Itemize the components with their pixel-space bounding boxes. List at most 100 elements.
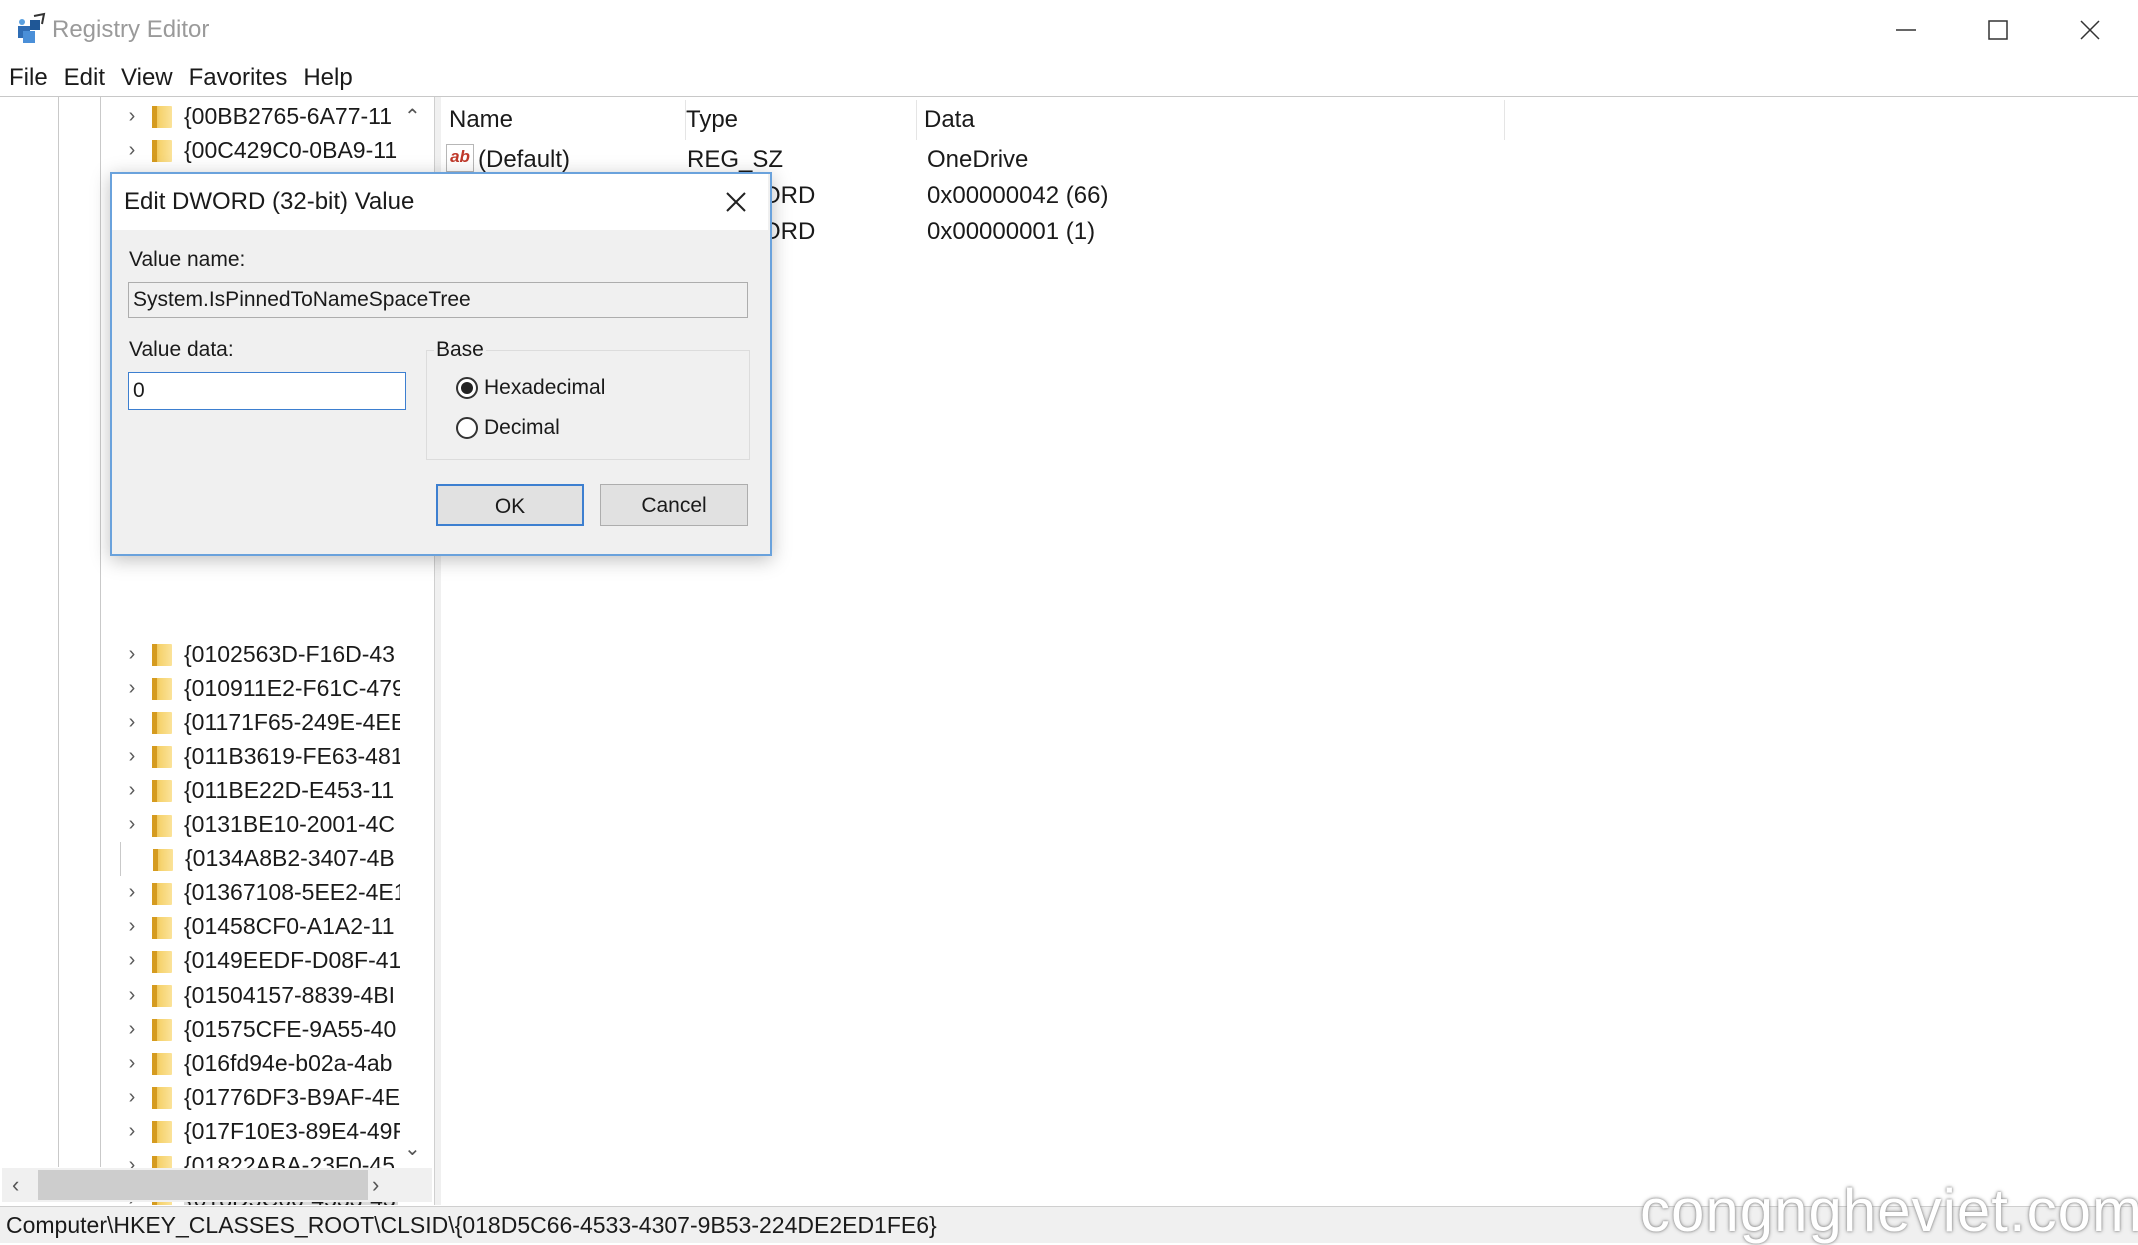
folder-icon xyxy=(152,1017,172,1042)
expand-chevron-icon[interactable]: › xyxy=(120,1086,144,1109)
expand-chevron-icon[interactable]: › xyxy=(120,1052,144,1075)
value-name-label: Value name: xyxy=(129,248,246,271)
folder-icon xyxy=(152,1119,172,1144)
scroll-down-icon[interactable]: ⌄ xyxy=(404,1136,421,1161)
folder-icon xyxy=(152,881,172,905)
tree-item[interactable]: › {011B3619-FE63-481 xyxy=(120,739,420,773)
folder-icon xyxy=(152,642,172,666)
tree-item-label: {01171F65-249E-4EE xyxy=(184,708,407,735)
expand-chevron-icon[interactable]: › xyxy=(120,949,144,972)
folder-icon xyxy=(152,915,172,939)
tree-item[interactable]: › {0131BE10-2001-4C xyxy=(120,808,420,842)
tree-item[interactable]: › {011BE22D-E453-11 xyxy=(120,773,420,807)
folder-icon xyxy=(152,710,172,735)
tree-item[interactable]: › {01171F65-249E-4EE xyxy=(120,705,420,739)
folder-icon xyxy=(152,138,172,163)
tree-item-label: {0102563D-F16D-43 xyxy=(184,640,395,667)
tree-item[interactable]: › {00BB2765-6A77-11 xyxy=(120,99,420,133)
tree-item[interactable]: {0134A8B2-3407-4B xyxy=(120,841,420,876)
cancel-button[interactable]: Cancel xyxy=(600,484,748,526)
expand-chevron-icon[interactable]: › xyxy=(120,105,144,128)
hexadecimal-radio[interactable]: Hexadecimal xyxy=(456,373,605,403)
tree-item[interactable]: › {00C429C0-0BA9-11 xyxy=(120,133,420,167)
menu-edit[interactable]: Edit xyxy=(55,62,112,96)
expand-chevron-icon[interactable]: › xyxy=(120,1018,144,1041)
ok-button[interactable]: OK xyxy=(436,484,584,526)
tree-item-label: {0134A8B2-3407-4B xyxy=(185,845,395,872)
minimize-icon xyxy=(1896,29,1916,31)
radio-unselected-icon[interactable] xyxy=(456,417,478,439)
horizontal-scroll-thumb[interactable] xyxy=(38,1170,368,1200)
dialog-close-button[interactable] xyxy=(718,184,754,220)
menu-file[interactable]: File xyxy=(0,62,55,96)
value-name-field[interactable] xyxy=(128,282,748,318)
watermark: congngheviet.com xyxy=(1640,1177,2138,1244)
tree-item-label: {01367108-5EE2-4E1 xyxy=(184,879,407,906)
minimize-button[interactable] xyxy=(1860,0,1952,60)
value-data-field[interactable] xyxy=(128,372,406,410)
base-group xyxy=(426,350,750,460)
tree-item[interactable]: › {01367108-5EE2-4E1 xyxy=(120,876,420,910)
radio-selected-icon[interactable] xyxy=(456,377,478,399)
tree-item[interactable]: › {0102563D-F16D-43 xyxy=(120,637,420,671)
tree-item-label: {011BE22D-E453-11 xyxy=(184,776,395,803)
column-header-name[interactable]: Name xyxy=(441,100,686,140)
expand-chevron-icon[interactable]: › xyxy=(120,711,144,734)
tree-item-label: {00BB2765-6A77-11 xyxy=(184,102,393,129)
dialog-title: Edit DWORD (32-bit) Value xyxy=(124,188,415,215)
tree-item[interactable]: › {016fd94e-b02a-4ab xyxy=(120,1046,420,1080)
folder-icon xyxy=(152,813,172,837)
folder-icon xyxy=(153,847,173,871)
tree-item[interactable]: › {010911E2-F61C-479 xyxy=(120,671,420,705)
close-button[interactable] xyxy=(2044,0,2136,60)
tree-item[interactable]: › {017F10E3-89E4-49F xyxy=(120,1114,420,1148)
expand-chevron-icon[interactable]: › xyxy=(120,984,144,1007)
folder-icon xyxy=(152,104,172,128)
value-data-label: Value data: xyxy=(129,338,234,361)
expand-chevron-icon[interactable]: › xyxy=(120,139,144,162)
menu-help[interactable]: Help xyxy=(294,62,359,96)
tree-item[interactable]: › {01776DF3-B9AF-4E xyxy=(120,1080,420,1114)
tree-item[interactable]: › {01575CFE-9A55-40 xyxy=(120,1012,420,1046)
folder-icon xyxy=(152,676,172,701)
window-title: Registry Editor xyxy=(52,16,210,43)
maximize-button[interactable] xyxy=(1952,0,2044,60)
close-icon xyxy=(2080,20,2100,40)
scroll-right-icon[interactable]: › xyxy=(372,1172,379,1198)
expand-chevron-icon[interactable]: › xyxy=(120,745,144,768)
tree-item[interactable]: › {0149EEDF-D08F-41 xyxy=(120,944,420,978)
decimal-radio[interactable]: Decimal xyxy=(456,413,560,443)
base-label: Base xyxy=(434,338,486,362)
folder-icon xyxy=(152,744,172,769)
tree-item-label: {017F10E3-89E4-49F xyxy=(184,1117,407,1144)
expand-chevron-icon[interactable]: › xyxy=(120,1120,144,1143)
menu-favorites[interactable]: Favorites xyxy=(180,62,295,96)
tree-item[interactable]: › {01458CF0-A1A2-11 xyxy=(120,910,420,944)
expand-chevron-icon[interactable]: › xyxy=(120,881,144,904)
menu-bar: File Edit View Favorites Help xyxy=(0,62,360,96)
tree-connector-icon xyxy=(120,841,145,876)
tree-item-label: {011B3619-FE63-481 xyxy=(184,742,404,769)
folder-icon xyxy=(152,1085,172,1110)
scroll-left-icon[interactable]: ‹ xyxy=(12,1172,19,1198)
value-type: REG_SZ xyxy=(687,146,784,173)
folder-icon xyxy=(152,778,172,803)
tree-item-label: {01776DF3-B9AF-4E xyxy=(184,1083,401,1110)
column-header-type[interactable]: Type xyxy=(678,100,917,140)
expand-chevron-icon[interactable]: › xyxy=(120,643,144,666)
expand-chevron-icon[interactable]: › xyxy=(120,677,144,700)
folder-icon xyxy=(152,949,172,973)
tree-item-label: {0149EEDF-D08F-41 xyxy=(184,947,402,974)
menu-view[interactable]: View xyxy=(112,62,180,96)
expand-chevron-icon[interactable]: › xyxy=(120,915,144,938)
expand-chevron-icon[interactable]: › xyxy=(120,779,144,802)
column-header-data[interactable]: Data xyxy=(916,100,1505,140)
expand-chevron-icon[interactable]: › xyxy=(120,813,144,836)
tree-item-label: {00C429C0-0BA9-11 xyxy=(184,136,398,163)
folder-icon xyxy=(152,983,172,1007)
tree-guide-line xyxy=(100,97,101,1167)
tree-item[interactable]: › {01504157-8839-4BI xyxy=(120,978,420,1012)
value-data: 0x00000001 (1) xyxy=(927,218,1096,245)
scroll-up-icon[interactable]: ⌃ xyxy=(404,104,421,129)
value-name[interactable]: (Default) xyxy=(478,146,570,174)
